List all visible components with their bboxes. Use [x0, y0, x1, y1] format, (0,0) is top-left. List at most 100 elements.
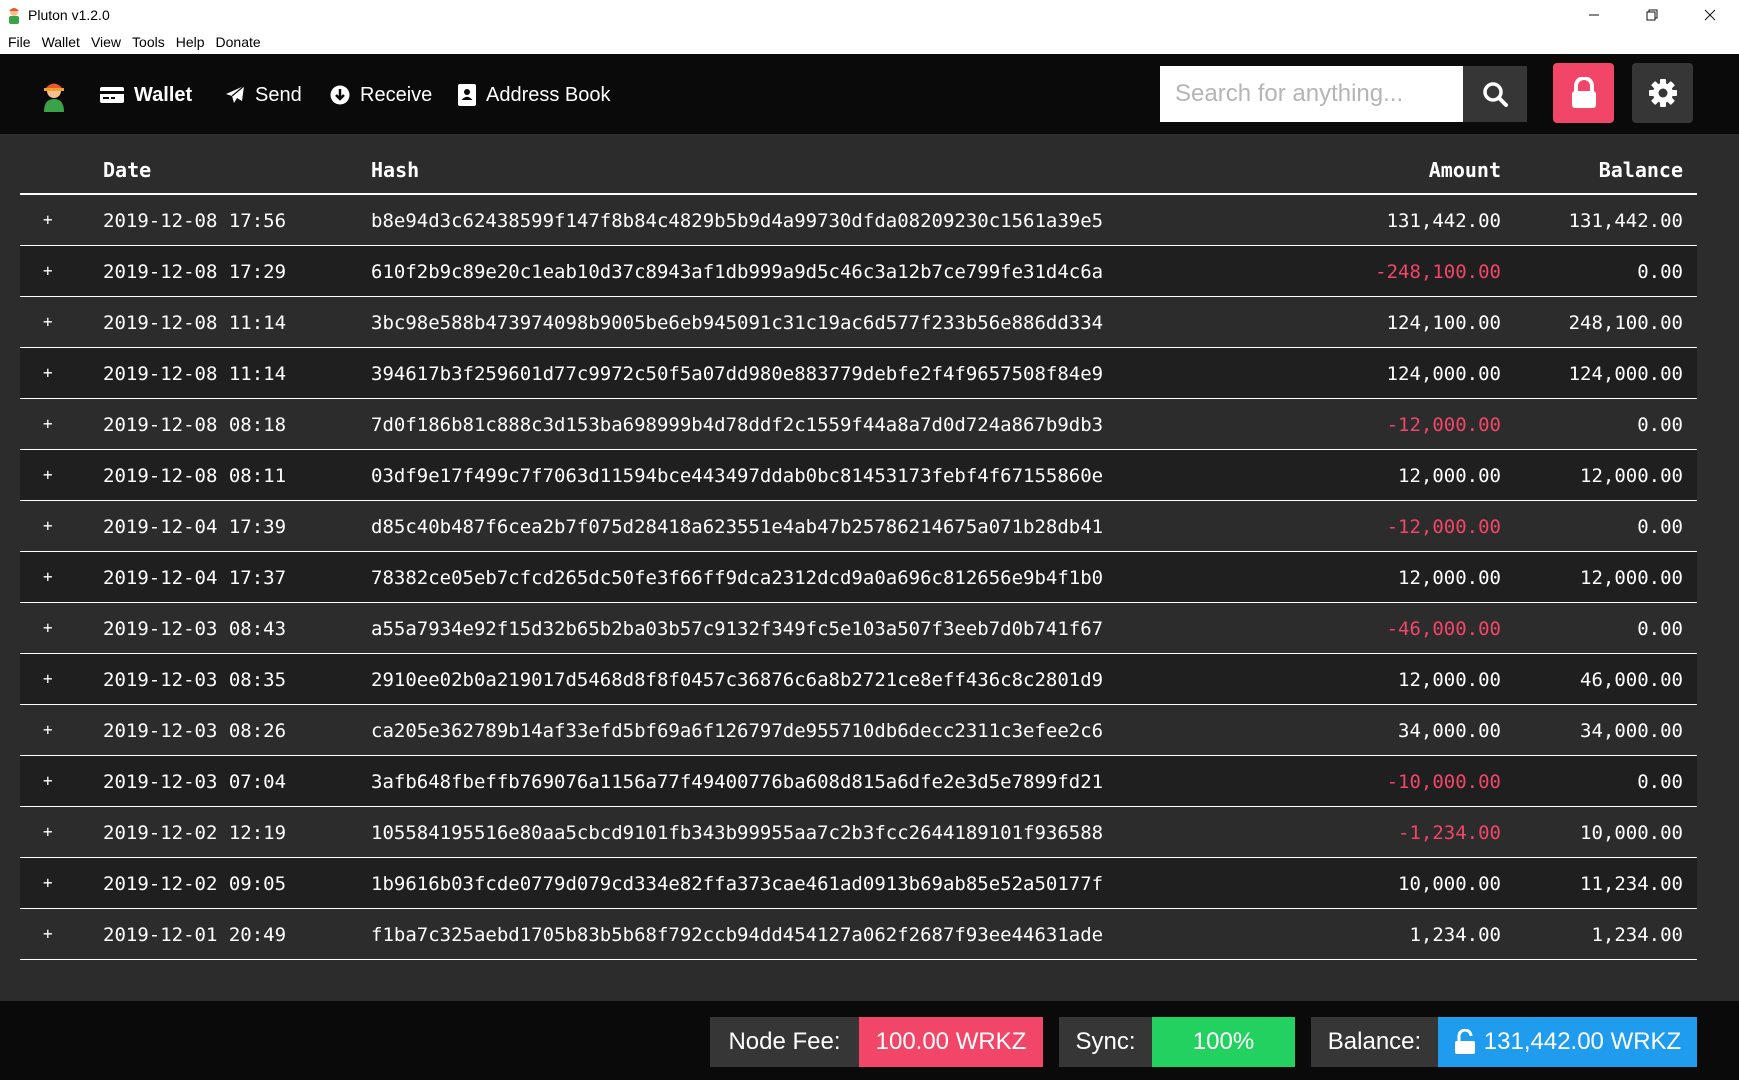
expand-toggle[interactable]: +: [43, 210, 53, 229]
menu-tools[interactable]: Tools: [128, 34, 172, 50]
cell-hash: a55a7934e92f15d32b65b2ba03b57c9132f349fc…: [371, 618, 1104, 640]
cell-date: 2019-12-03 08:35: [103, 669, 287, 691]
unlock-icon: [1454, 1029, 1475, 1054]
cell-amount: -12,000.00: [1386, 414, 1501, 436]
search-button[interactable]: [1463, 66, 1527, 122]
table-row[interactable]: +2019-12-02 12:19 105584195516e80aa5cbcd9…: [20, 807, 1697, 858]
cell-date: 2019-12-01 20:49: [103, 924, 287, 946]
header-amount[interactable]: Amount: [1429, 158, 1501, 182]
expand-toggle[interactable]: +: [43, 516, 53, 535]
expand-toggle[interactable]: +: [43, 567, 53, 586]
expand-toggle[interactable]: +: [43, 924, 53, 943]
menu-view[interactable]: View: [87, 34, 128, 50]
expand-toggle[interactable]: +: [43, 873, 53, 892]
cell-hash: 78382ce05eb7cfcd265dc50fe3f66ff9dca2312d…: [371, 567, 1104, 589]
header-date[interactable]: Date: [103, 158, 151, 182]
nav-send-label: Send: [255, 83, 302, 106]
cell-amount: 1,234.00: [1409, 924, 1501, 946]
expand-toggle[interactable]: +: [43, 771, 53, 790]
table-row[interactable]: +2019-12-03 08:26 ca205e362789b14af33efd5…: [20, 705, 1697, 756]
cell-balance: 11,234.00: [1580, 873, 1683, 895]
table-row[interactable]: +2019-12-01 20:49 f1ba7c325aebd1705b83b5b…: [20, 909, 1697, 960]
table-row[interactable]: +2019-12-08 11:14 394617b3f259601d77c9972…: [20, 348, 1697, 399]
transactions-table: Date Hash Amount Balance +2019-12-08 17:…: [20, 134, 1697, 960]
cell-hash: 2910ee02b0a219017d5468d8f8f0457c36876c6a…: [371, 669, 1104, 691]
cell-date: 2019-12-03 07:04: [103, 771, 287, 793]
cell-amount: -10,000.00: [1386, 771, 1501, 793]
cell-date: 2019-12-08 08:11: [103, 465, 287, 487]
table-row[interactable]: +2019-12-04 17:37 78382ce05eb7cfcd265dc50…: [20, 552, 1697, 603]
table-row[interactable]: +2019-12-08 08:18 7d0f186b81c888c3d153ba6…: [20, 399, 1697, 450]
address-book-icon: [458, 84, 476, 106]
menu-donate[interactable]: Donate: [212, 34, 268, 50]
table-row[interactable]: +2019-12-04 17:39 d85c40b487f6cea2b7f075d…: [20, 501, 1697, 552]
expand-toggle[interactable]: +: [43, 465, 53, 484]
cell-hash: f1ba7c325aebd1705b83b5b68f792ccb94dd4541…: [371, 924, 1104, 946]
restore-button[interactable]: [1623, 0, 1681, 29]
sync-label: Sync:: [1059, 1017, 1152, 1067]
cell-date: 2019-12-08 17:56: [103, 210, 287, 232]
arrow-circle-down-icon: [330, 85, 350, 105]
cell-amount: -12,000.00: [1386, 516, 1501, 538]
nav-wallet[interactable]: Wallet: [100, 78, 192, 112]
expand-toggle[interactable]: +: [43, 618, 53, 637]
menu-help[interactable]: Help: [172, 34, 212, 50]
close-button[interactable]: [1681, 0, 1739, 29]
expand-toggle[interactable]: +: [43, 261, 53, 280]
cell-balance: 12,000.00: [1580, 465, 1683, 487]
paper-plane-icon: [226, 85, 245, 103]
menu-wallet[interactable]: Wallet: [38, 34, 87, 50]
cell-date: 2019-12-04 17:37: [103, 567, 287, 589]
menu-file[interactable]: File: [4, 34, 38, 50]
pluton-logo-icon[interactable]: [38, 78, 70, 112]
expand-toggle[interactable]: +: [43, 414, 53, 433]
table-body: +2019-12-08 17:56 b8e94d3c62438599f147f8b…: [20, 195, 1697, 960]
cell-balance: 12,000.00: [1580, 567, 1683, 589]
cell-amount: 124,000.00: [1386, 363, 1501, 385]
table-row[interactable]: +2019-12-08 08:11 03df9e17f499c7f7063d115…: [20, 450, 1697, 501]
cell-amount: 34,000.00: [1398, 720, 1501, 742]
table-row[interactable]: +2019-12-08 17:56 b8e94d3c62438599f147f8b…: [20, 195, 1697, 246]
header-hash[interactable]: Hash: [371, 158, 419, 182]
table-row[interactable]: +2019-12-08 17:29 610f2b9c89e20c1eab10d37…: [20, 246, 1697, 297]
search-icon: [1483, 82, 1508, 107]
expand-toggle[interactable]: +: [43, 363, 53, 382]
cell-balance: 0.00: [1637, 771, 1683, 793]
cell-date: 2019-12-03 08:26: [103, 720, 287, 742]
nav-receive[interactable]: Receive: [330, 78, 432, 112]
node-fee-label: Node Fee:: [710, 1017, 859, 1067]
lock-icon: [1571, 77, 1596, 108]
cell-amount: 10,000.00: [1398, 873, 1501, 895]
cell-hash: d85c40b487f6cea2b7f075d28418a623551e4ab4…: [371, 516, 1104, 538]
cell-balance: 131,442.00: [1568, 210, 1683, 232]
cell-hash: 3bc98e588b473974098b9005be6eb945091c31c1…: [371, 312, 1104, 334]
table-row[interactable]: +2019-12-03 08:35 2910ee02b0a219017d5468d…: [20, 654, 1697, 705]
cell-amount: -248,100.00: [1375, 261, 1501, 283]
gear-icon: [1648, 79, 1677, 107]
expand-toggle[interactable]: +: [43, 720, 53, 739]
search-input[interactable]: [1160, 66, 1463, 122]
lock-wallet-button[interactable]: [1553, 63, 1614, 123]
expand-toggle[interactable]: +: [43, 312, 53, 331]
nav-address-book[interactable]: Address Book: [458, 78, 611, 112]
cell-date: 2019-12-08 17:29: [103, 261, 287, 283]
expand-toggle[interactable]: +: [43, 669, 53, 688]
app-logo-icon: [9, 7, 19, 24]
cell-hash: 03df9e17f499c7f7063d11594bce443497ddab0b…: [371, 465, 1104, 487]
table-row[interactable]: +2019-12-03 07:04 3afb648fbeffb769076a115…: [20, 756, 1697, 807]
close-icon: [1704, 9, 1716, 20]
cell-amount: 131,442.00: [1386, 210, 1501, 232]
settings-button[interactable]: [1632, 63, 1693, 123]
cell-date: 2019-12-03 08:43: [103, 618, 287, 640]
cell-amount: -46,000.00: [1386, 618, 1501, 640]
table-row[interactable]: +2019-12-03 08:43 a55a7934e92f15d32b65b2b…: [20, 603, 1697, 654]
window-title: Pluton v1.2.0: [28, 6, 110, 23]
nav-send[interactable]: Send: [225, 78, 302, 112]
cell-hash: 610f2b9c89e20c1eab10d37c8943af1db999a9d5…: [371, 261, 1104, 283]
minimize-button[interactable]: [1565, 0, 1623, 29]
cell-hash: 1b9616b03fcde0779d079cd334e82ffa373cae46…: [371, 873, 1104, 895]
header-balance[interactable]: Balance: [1599, 158, 1683, 182]
expand-toggle[interactable]: +: [43, 822, 53, 841]
table-row[interactable]: +2019-12-02 09:05 1b9616b03fcde0779d079cd…: [20, 858, 1697, 909]
table-row[interactable]: +2019-12-08 11:14 3bc98e588b473974098b900…: [20, 297, 1697, 348]
